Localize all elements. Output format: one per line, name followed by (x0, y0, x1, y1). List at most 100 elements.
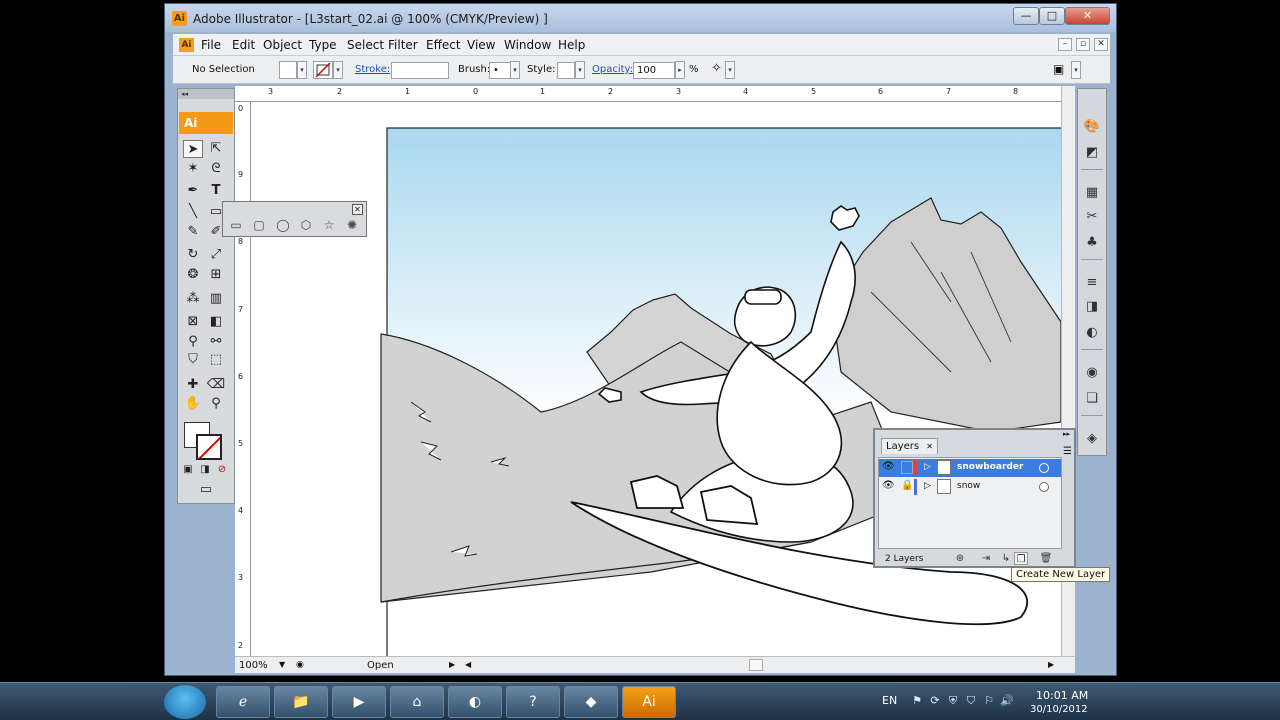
clock-date[interactable]: 30/10/2012 (1030, 704, 1088, 715)
direct-selection-tool-icon[interactable]: ⇱ (206, 140, 226, 158)
help-app-icon[interactable]: ? (506, 686, 560, 718)
magic-wand-tool-icon[interactable]: ✶ (183, 160, 203, 178)
control-menu-icon[interactable]: ▾ (1071, 61, 1081, 79)
eyedropper-tool-icon[interactable]: ⚲ (183, 333, 203, 351)
title-bar[interactable]: Ai Adobe Illustrator - [L3start_02.ai @ … (165, 4, 1116, 32)
illustrator-taskbar-button[interactable]: Ai (622, 686, 676, 718)
transparency-panel-icon[interactable]: ◐ (1082, 323, 1102, 343)
locate-object-icon[interactable]: ⊛ (953, 552, 967, 565)
symbol-sprayer-tool-icon[interactable]: ⁂ (183, 290, 203, 308)
tray-security-icon[interactable]: ⛨ (946, 694, 960, 708)
doc-minimize-button[interactable]: – (1058, 38, 1072, 51)
doc-close-button[interactable]: ✕ (1094, 38, 1108, 51)
color-guide-icon[interactable]: ◩ (1082, 143, 1102, 163)
free-transform-tool-icon[interactable]: ⊞ (206, 266, 226, 284)
rectangle-tool-icon[interactable]: ▭ (227, 217, 245, 233)
gradient-panel-icon[interactable]: ◨ (1082, 297, 1102, 317)
status-menu-icon[interactable]: ◉ (296, 660, 304, 670)
menu-edit[interactable]: Edit (232, 38, 255, 52)
maximize-button[interactable]: □ (1039, 7, 1065, 25)
zoom-dropdown-icon[interactable]: ▼ (279, 660, 285, 669)
layer-target-circle[interactable] (1039, 482, 1049, 492)
status-arrow-icon[interactable]: ▶ (449, 660, 455, 669)
layer-name[interactable]: snowboarder (957, 462, 1023, 472)
appearance-panel-icon[interactable]: ◉ (1082, 363, 1102, 383)
minimize-button[interactable]: — (1013, 7, 1039, 25)
start-button[interactable] (164, 685, 206, 719)
layer-row-snow[interactable]: 👁 🔒 ▷ snow (879, 478, 1061, 496)
stroke-label[interactable]: Stroke: (355, 64, 390, 75)
network-app-icon[interactable]: ⌂ (390, 686, 444, 718)
layers-tab-close-icon[interactable]: ✕ (926, 442, 933, 451)
zoom-tool-icon[interactable]: ⚲ (206, 395, 226, 413)
menu-effect[interactable]: Effect (426, 38, 461, 52)
lock-toggle[interactable] (901, 461, 913, 474)
selection-tool-icon[interactable]: ➤ (183, 140, 203, 158)
fill-color-swatch[interactable] (279, 61, 297, 79)
opacity-label[interactable]: Opacity: (592, 64, 633, 75)
clock-time[interactable]: 10:01 AM (1036, 689, 1088, 702)
stroke-color-swatch[interactable] (313, 61, 333, 79)
rotate-tool-icon[interactable]: ↻ (183, 246, 203, 264)
layer-target-circle[interactable] (1039, 463, 1049, 473)
flyout-close-icon[interactable]: ✕ (352, 204, 363, 215)
opacity-field[interactable]: 100 (633, 62, 675, 79)
rounded-rectangle-tool-icon[interactable]: ▢ (250, 217, 268, 233)
file-explorer-icon[interactable]: 📁 (274, 686, 328, 718)
layer-name[interactable]: snow (957, 481, 980, 491)
blend-tool-icon[interactable]: ⚯ (206, 333, 226, 351)
type-tool-icon[interactable]: T (206, 182, 226, 200)
style-dropdown-icon[interactable]: ▾ (575, 61, 585, 79)
fill-dropdown-icon[interactable]: ▾ (297, 61, 307, 79)
tray-sync-icon[interactable]: ⟳ (928, 694, 942, 708)
menu-select[interactable]: Select (347, 38, 384, 52)
new-sublayer-icon[interactable]: ↳ (999, 552, 1013, 565)
eraser-tool-icon[interactable]: ⌫ (206, 376, 226, 394)
ellipse-tool-icon[interactable]: ◯ (274, 217, 292, 233)
stroke-dropdown-icon[interactable]: ▾ (333, 61, 343, 79)
menu-type[interactable]: Type (309, 38, 337, 52)
document-icon[interactable]: Ai (179, 38, 194, 52)
polygon-tool-icon[interactable]: ⬡ (297, 217, 315, 233)
menu-window[interactable]: Window (504, 38, 551, 52)
brushes-panel-icon[interactable]: ✂ (1082, 207, 1102, 227)
hand-tool-icon[interactable]: ✋ (183, 395, 203, 413)
menu-file[interactable]: File (201, 38, 221, 52)
slice-tool-icon[interactable]: ✚ (183, 376, 203, 394)
media-player-icon[interactable]: ▶ (332, 686, 386, 718)
expand-arrow-icon[interactable]: ▷ (924, 462, 931, 472)
delete-layer-icon[interactable]: 🗑 (1039, 552, 1053, 565)
color-panel-icon[interactable]: 🎨 (1082, 117, 1102, 137)
warp-tool-icon[interactable]: ❂ (183, 266, 203, 284)
tray-flag-icon[interactable]: ⚐ (982, 694, 996, 708)
control-options-icon[interactable]: ▣ (1053, 62, 1064, 76)
mesh-tool-icon[interactable]: ⊠ (183, 313, 203, 331)
menu-object[interactable]: Object (263, 38, 302, 52)
brush-dropdown-icon[interactable]: ▾ (510, 61, 520, 79)
language-indicator[interactable]: EN (882, 694, 897, 707)
recolor-dropdown-icon[interactable]: ▾ (725, 61, 735, 79)
scroll-left-icon[interactable]: ◀ (465, 660, 471, 669)
close-button[interactable]: ✕ (1065, 7, 1110, 25)
stroke-color-box[interactable] (196, 434, 222, 460)
firefox-icon[interactable]: ◐ (448, 686, 502, 718)
recolor-icon[interactable]: ✧ (711, 61, 722, 76)
brush-field[interactable]: • (489, 62, 511, 79)
tray-volume-icon[interactable]: 🔊 (1000, 694, 1014, 708)
swatches-panel-icon[interactable]: ▦ (1082, 183, 1102, 203)
tray-shield-icon[interactable]: ⛉ (964, 694, 978, 708)
layers-tab[interactable]: Layers ✕ (881, 438, 938, 454)
lasso-tool-icon[interactable]: ᘓ (206, 160, 226, 178)
scroll-right-icon[interactable]: ▶ (1048, 660, 1054, 669)
visibility-eye-icon[interactable]: 👁 (882, 480, 895, 491)
flare-tool-icon[interactable]: ✺ (343, 217, 361, 233)
doc-restore-button[interactable]: ▫ (1076, 38, 1090, 51)
tools-collapse-icon[interactable]: ◂◂ (178, 89, 234, 99)
menu-filter[interactable]: Filter (388, 38, 418, 52)
camtasia-icon[interactable]: ◆ (564, 686, 618, 718)
symbols-panel-icon[interactable]: ♣ (1082, 233, 1102, 253)
paintbrush-tool-icon[interactable]: ✎ (183, 223, 203, 241)
opacity-arrow-icon[interactable]: ▸ (675, 61, 685, 79)
stroke-panel-icon[interactable]: ≡ (1082, 273, 1102, 293)
none-mode-icon[interactable]: ⊘ (212, 461, 232, 479)
